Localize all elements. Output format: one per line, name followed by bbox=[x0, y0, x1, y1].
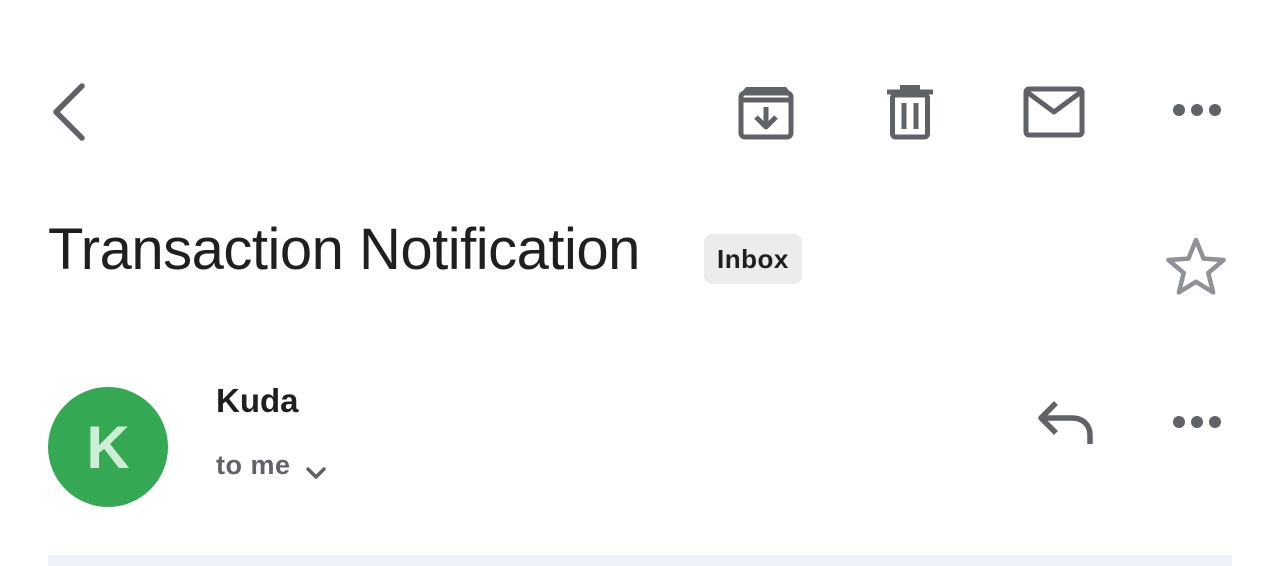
reply-button[interactable] bbox=[1030, 392, 1102, 454]
sender-avatar: K bbox=[48, 387, 168, 507]
sender-name: Kuda bbox=[216, 382, 299, 419]
mark-unread-button[interactable] bbox=[1016, 80, 1092, 144]
email-subject: Transaction Notification bbox=[48, 217, 640, 282]
back-button[interactable] bbox=[40, 76, 96, 148]
more-options-button[interactable] bbox=[1164, 90, 1230, 130]
more-horizontal-icon bbox=[1173, 104, 1221, 116]
recipient-text: to me bbox=[216, 450, 291, 480]
recipient-details-toggle[interactable]: to me bbox=[216, 450, 327, 481]
archive-button[interactable] bbox=[730, 80, 802, 144]
back-icon bbox=[53, 83, 85, 141]
star-icon bbox=[1166, 237, 1226, 295]
mail-icon bbox=[1023, 86, 1085, 138]
more-horizontal-icon bbox=[1173, 416, 1221, 428]
star-button[interactable] bbox=[1160, 232, 1232, 300]
label-chip-inbox[interactable]: Inbox bbox=[704, 234, 802, 284]
delete-icon bbox=[887, 85, 933, 140]
reply-icon bbox=[1038, 401, 1093, 444]
archive-icon bbox=[738, 87, 794, 140]
chevron-down-icon bbox=[305, 466, 327, 480]
message-more-options-button[interactable] bbox=[1164, 402, 1230, 442]
email-body-preview bbox=[48, 555, 1232, 566]
delete-button[interactable] bbox=[876, 80, 944, 144]
